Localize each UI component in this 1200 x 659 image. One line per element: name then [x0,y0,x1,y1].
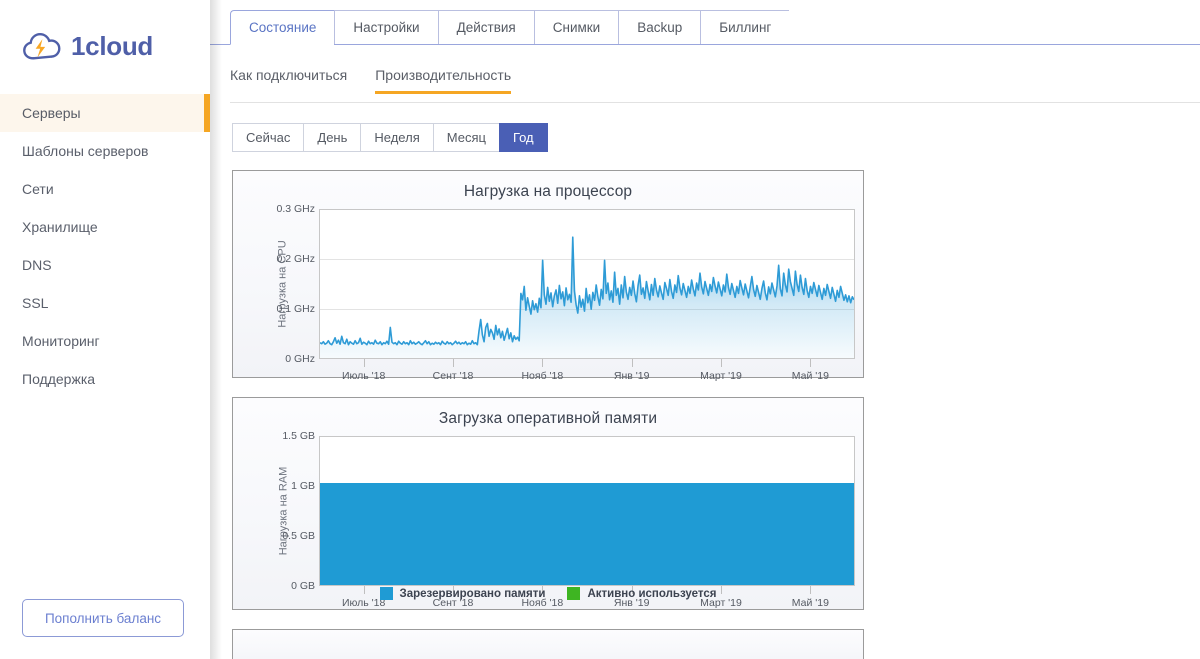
ram-series-band [320,483,854,585]
charts-container: Нагрузка на процессор Нагрузка на CPU 0 … [232,170,864,659]
sidebar: 1cloud Серверы Шаблоны серверов Сети Хра… [0,0,210,659]
x-tick [631,359,633,367]
cpu-x-tick-labels: Июль '18 Сент '18 Нояб '18 Янв '19 Март '19 М… [319,359,855,385]
subtab-label: Производительность [375,67,512,83]
ram-plot-wrap: Нагрузка на RAM 0 GB 0.5 GB 1 GB 1.5 GB Июл… [233,430,863,609]
x-tick-label: Май '19 [791,370,829,382]
period-day[interactable]: День [303,123,361,152]
app-root: 1cloud Серверы Шаблоны серверов Сети Хра… [0,0,1200,659]
period-label: День [317,130,348,145]
x-tick-label: Март '19 [700,370,742,382]
legend-item-active[interactable]: Активно используется [567,587,716,600]
sidebar-item-label: SSL [22,295,49,311]
legend-label: Активно используется [587,587,717,600]
secondary-tabs: Как подключиться Производительность [210,67,1200,103]
sidebar-item-label: Шаблоны серверов [22,143,149,159]
y-tick-label: 0 GHz [285,353,315,365]
legend-swatch-icon [379,587,393,600]
period-now[interactable]: Сейчас [232,123,304,152]
main-content: Состояние Настройки Действия Снимки Back… [210,0,1200,659]
period-year[interactable]: Год [498,123,548,152]
tabs-underline [210,44,1200,45]
x-tick-label: Июль '18 [341,370,386,382]
legend-label: Зарезервировано памяти [399,587,546,600]
cpu-series-path [320,210,854,358]
top-up-balance-button[interactable]: Пополнить баланс [22,599,184,637]
sidebar-item-server-templates[interactable]: Шаблоны серверов [0,132,210,170]
cpu-y-tick-labels: 0 GHz 0.1 GHz 0.2 GHz 0.3 GHz [253,203,315,365]
tab-deystviya[interactable]: Действия [437,10,534,45]
tab-sostoyanie[interactable]: Состояние [230,10,335,45]
sidebar-nav: Серверы Шаблоны серверов Сети Хранилище … [0,94,210,398]
period-label: Год [512,130,534,145]
sidebar-item-ssl[interactable]: SSL [0,284,210,322]
period-label: Месяц [446,130,486,145]
y-tick-label: 0.5 GB [282,530,315,542]
sidebar-item-label: Сети [22,181,54,197]
x-tick [542,359,544,367]
cpu-plot-wrap: Нагрузка на CPU 0 GHz 0.1 GHz 0.2 GHz 0.3 G… [233,203,863,382]
sidebar-item-label: Мониторинг [22,333,100,349]
x-tick [721,359,722,367]
tab-label: Действия [456,20,516,35]
tab-label: Снимки [552,20,601,35]
sidebar-item-storage[interactable]: Хранилище [0,208,210,246]
sidebar-item-label: DNS [22,257,52,273]
subtab-label: Как подключиться [230,67,348,83]
cpu-plot-area[interactable] [319,209,855,359]
sidebar-item-dns[interactable]: DNS [0,246,210,284]
third-chart-panel [232,629,864,659]
ram-plot-area[interactable] [319,436,855,586]
ram-chart-title: Загрузка оперативной памяти [438,410,658,427]
tab-label: Биллинг [719,20,772,35]
y-tick-label: 1 GB [291,480,315,492]
balance-area: Пополнить баланс [22,599,184,637]
ram-legend: Зарезервировано памяти Активно используе… [233,587,863,600]
x-tick [453,359,454,367]
y-tick-label: 0.3 GHz [276,203,315,215]
period-week[interactable]: Неделя [360,123,433,152]
tab-label: Состояние [249,20,317,35]
subtab-how-to-connect[interactable]: Как подключиться [230,67,347,94]
sidebar-item-servers[interactable]: Серверы [0,94,210,132]
sidebar-item-label: Серверы [22,105,81,121]
legend-item-reserved[interactable]: Зарезервировано памяти [379,587,546,600]
y-tick-label: 0.2 GHz [276,253,315,265]
subtab-performance[interactable]: Производительность [375,67,511,94]
primary-tabs: Состояние Настройки Действия Снимки Back… [210,0,1200,45]
tab-nastroyki[interactable]: Настройки [334,10,438,45]
brand-name: 1cloud [71,30,153,61]
x-tick [363,359,365,367]
ram-y-tick-labels: 0 GB 0.5 GB 1 GB 1.5 GB [253,430,315,592]
sidebar-item-support[interactable]: Поддержка [0,360,210,398]
period-label: Сейчас [246,130,291,145]
tab-snimki[interactable]: Снимки [533,10,619,45]
period-month[interactable]: Месяц [432,123,499,152]
sidebar-item-label: Поддержка [22,371,96,387]
period-selector: Сейчас День Неделя Месяц Год [232,123,1200,152]
legend-swatch-icon [567,587,581,600]
brand-logo[interactable]: 1cloud [0,0,210,72]
cpu-chart-panel: Нагрузка на процессор Нагрузка на CPU 0 … [232,170,864,382]
tab-billing[interactable]: Биллинг [700,10,790,45]
sidebar-item-networks[interactable]: Сети [0,170,210,208]
tab-label: Backup [637,20,683,35]
x-tick [810,359,812,367]
sidebar-item-monitoring[interactable]: Мониторинг [0,322,210,360]
subtabs-divider [230,102,1200,103]
tab-backup[interactable]: Backup [618,10,701,45]
period-label: Неделя [374,130,420,145]
sidebar-item-label: Хранилище [22,219,98,235]
cpu-chart-title: Нагрузка на процессор [463,183,633,200]
y-tick-label: 0.1 GHz [276,303,315,315]
cloud-lightning-icon [22,30,62,62]
x-tick-label: Нояб '18 [521,370,564,382]
ram-chart-panel: Загрузка оперативной памяти Нагрузка на … [232,397,864,610]
x-tick-label: Сент '18 [432,370,474,382]
y-tick-label: 1.5 GB [282,430,315,442]
tab-label: Настройки [353,20,420,35]
x-tick-label: Янв '19 [613,370,650,382]
